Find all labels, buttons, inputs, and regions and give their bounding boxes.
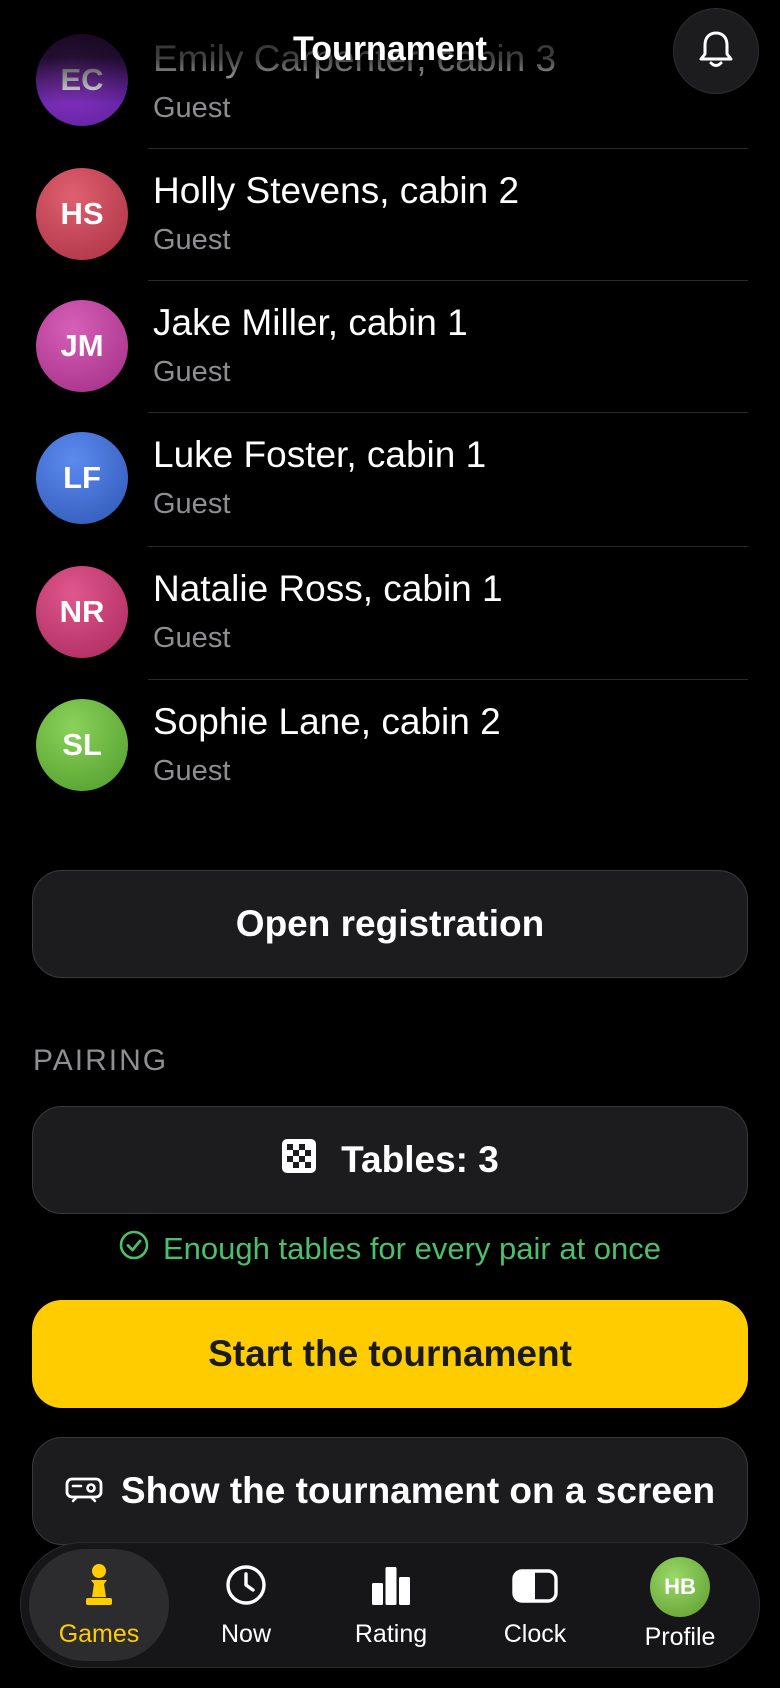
show-on-screen-button[interactable]: Show the tournament on a screen [32,1437,748,1545]
player-name: Jake Miller, cabin 1 [153,302,468,343]
pairing-section-label: PAIRING [33,1044,169,1077]
avatar: HS [36,168,128,260]
tables-status-text: Enough tables for every pair at once [162,1231,662,1266]
tables-label: Tables: 3 [341,1139,499,1180]
avatar: JM [36,300,128,392]
tab-label: Profile [644,1623,716,1651]
avatar-initials: NR [59,594,105,629]
clock-icon [224,1563,268,1612]
avatar-initials: HS [60,196,104,231]
show-on-screen-label: Show the tournament on a screen [120,1470,716,1511]
player-row[interactable]: HS Holly Stevens, cabin 2 Guest [0,148,780,280]
bell-icon [698,29,734,74]
tab-label: Rating [354,1620,428,1648]
tab-label: Now [220,1620,271,1648]
open-registration-label: Open registration [235,903,545,944]
player-row[interactable]: NR Natalie Ross, cabin 1 Guest [0,546,780,678]
player-name: Natalie Ross, cabin 1 [153,568,503,609]
player-row[interactable]: SL Sophie Lane, cabin 2 Guest [0,679,780,811]
pawn-icon [82,1563,116,1612]
player-role: Guest [153,488,231,520]
tab-label: Games [58,1620,140,1648]
player-role: Guest [153,92,231,124]
chess-clock-icon [511,1563,559,1612]
tables-status: Enough tables for every pair at once [0,1230,780,1268]
avatar: HB [650,1557,710,1617]
tab-games[interactable]: Games [29,1549,169,1661]
player-row[interactable]: LF Luke Foster, cabin 1 Guest [0,412,780,544]
player-name: Luke Foster, cabin 1 [153,434,487,475]
check-circle-icon [119,1230,149,1268]
projector-icon [65,1470,103,1512]
player-name: Sophie Lane, cabin 2 [153,701,501,742]
tab-clock[interactable]: Clock [465,1549,605,1661]
tab-profile[interactable]: HB Profile [610,1549,750,1661]
tab-bar: Games Now Rating Clock HB Profile [20,1542,760,1668]
avatar-initials: HB [664,1574,696,1599]
notifications-button[interactable] [673,8,759,94]
start-tournament-label: Start the tournament [208,1333,572,1374]
tables-button[interactable]: Tables: 3 [32,1106,748,1214]
avatar: LF [36,432,128,524]
avatar-initials: LF [63,460,101,495]
tab-now[interactable]: Now [176,1549,316,1661]
player-row[interactable]: JM Jake Miller, cabin 1 Guest [0,280,780,412]
player-role: Guest [153,356,231,388]
player-name: Holly Stevens, cabin 2 [153,170,520,211]
player-role: Guest [153,224,231,256]
start-tournament-button[interactable]: Start the tournament [32,1300,748,1408]
tab-label: Clock [503,1620,567,1648]
avatar: SL [36,699,128,791]
player-role: Guest [153,755,231,787]
chessboard-icon [281,1138,317,1183]
avatar: NR [36,566,128,658]
tab-rating[interactable]: Rating [321,1549,461,1661]
avatar-initials: SL [62,727,102,762]
page-title: Tournament [293,30,487,68]
bar-chart-icon [369,1563,413,1612]
player-role: Guest [153,622,231,654]
avatar-initials: JM [60,328,104,363]
open-registration-button[interactable]: Open registration [32,870,748,978]
